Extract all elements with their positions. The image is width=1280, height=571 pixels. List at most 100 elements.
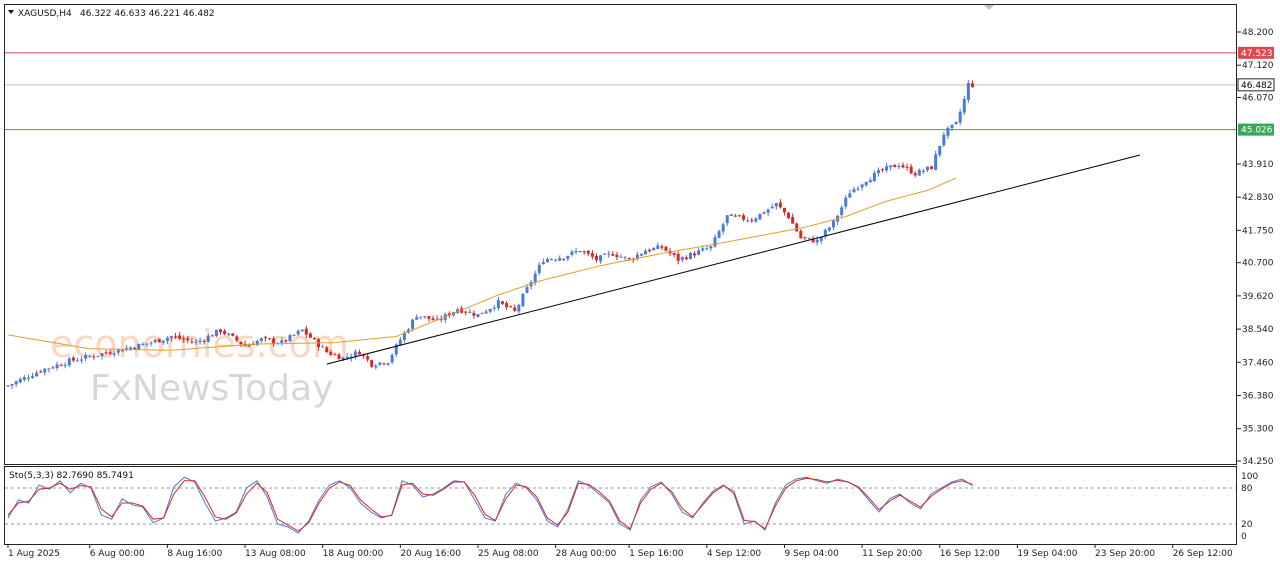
candle-body xyxy=(848,193,852,198)
stochastic-tick-label: 0 xyxy=(1241,532,1247,542)
candle-body xyxy=(145,343,149,345)
trend-line xyxy=(326,154,1141,365)
watermark-economies: economies.com xyxy=(50,322,349,366)
candle-body xyxy=(913,173,917,176)
price-tick-label: 42.830 xyxy=(1242,193,1274,203)
candle-body xyxy=(901,165,905,168)
candle-body xyxy=(615,254,619,258)
candle-body xyxy=(133,347,137,349)
stochastic-title: Sto(5,3,3) 82.7690 85.7491 xyxy=(9,471,134,481)
time-tick-label: 26 Sep 12:00 xyxy=(1173,549,1233,559)
candle-body xyxy=(709,246,713,249)
candle-body xyxy=(897,166,901,168)
candle-body xyxy=(480,312,484,314)
candle-body xyxy=(496,300,500,309)
candle-body xyxy=(652,247,656,251)
chart-canvas[interactable]: economies.com FxNewsToday XAGUSD,H4 46.3… xyxy=(0,0,1280,567)
candle-body xyxy=(705,248,709,250)
candle-body xyxy=(860,184,864,188)
candle-body xyxy=(14,381,18,385)
candle-body xyxy=(758,213,762,220)
symbol-menu-icon[interactable] xyxy=(8,10,14,14)
candle-body xyxy=(411,319,415,329)
candle-body xyxy=(746,220,750,222)
candle-body xyxy=(521,293,525,307)
candle-body xyxy=(733,215,737,217)
candle-body xyxy=(263,337,267,339)
candle-body xyxy=(210,335,214,337)
candle-body xyxy=(742,215,746,220)
candle-body xyxy=(676,253,680,261)
candle-body xyxy=(701,248,705,251)
candle-body xyxy=(672,252,676,255)
watermark-fxnewstoday: FxNewsToday xyxy=(90,368,333,409)
candle-body xyxy=(464,311,468,313)
price-level-tag-label: 46.482 xyxy=(1241,81,1273,91)
candle-body xyxy=(938,145,942,155)
price-tick-label: 43.910 xyxy=(1242,160,1274,170)
shift-marker-icon[interactable] xyxy=(984,5,994,10)
candle-body xyxy=(108,352,112,354)
candle-body xyxy=(427,316,431,319)
candle-body xyxy=(840,207,844,216)
ohlc-values: 46.322 46.633 46.221 46.482 xyxy=(80,9,215,19)
stochastic-tick-label: 80 xyxy=(1241,484,1253,494)
candle-body xyxy=(472,312,476,316)
candle-body xyxy=(31,376,35,378)
candle-body xyxy=(603,253,607,255)
candle-body xyxy=(141,343,145,346)
candle-body xyxy=(541,262,545,265)
candle-body xyxy=(174,336,178,338)
time-tick-label: 28 Aug 00:00 xyxy=(556,549,617,559)
candle-body xyxy=(129,347,133,350)
candle-body xyxy=(893,164,897,168)
candle-body xyxy=(333,354,337,356)
candle-body xyxy=(844,197,848,207)
candle-body xyxy=(59,365,63,367)
candle-body xyxy=(55,364,59,369)
candle-body xyxy=(104,352,108,354)
candle-body xyxy=(962,98,966,113)
candle-body xyxy=(492,307,496,309)
time-tick-label: 9 Sep 04:00 xyxy=(784,549,839,559)
candle-body xyxy=(423,316,427,318)
candle-body xyxy=(970,83,974,87)
candle-body xyxy=(63,364,67,366)
candle-body xyxy=(827,227,831,231)
candle-body xyxy=(611,254,615,256)
price-tick-label: 36.380 xyxy=(1242,391,1274,401)
candle-body xyxy=(807,237,811,239)
candle-body xyxy=(537,264,541,273)
candle-body xyxy=(881,169,885,171)
candle-body xyxy=(889,165,893,168)
candle-body xyxy=(390,354,394,363)
candle-body xyxy=(966,83,970,100)
candle-body xyxy=(713,237,717,247)
candle-body xyxy=(67,358,71,366)
price-level-tag-label: 47.523 xyxy=(1241,49,1273,59)
price-tick-label: 37.460 xyxy=(1242,358,1274,368)
candle-body xyxy=(157,338,161,343)
price-tick-label: 39.620 xyxy=(1242,292,1274,302)
candle-body xyxy=(161,340,165,343)
candle-body xyxy=(599,255,603,262)
candle-body xyxy=(51,367,55,369)
candle-body xyxy=(88,356,92,358)
candle-body xyxy=(762,212,766,214)
chart-window[interactable]: economies.com FxNewsToday XAGUSD,H4 46.3… xyxy=(0,0,1280,567)
candle-body xyxy=(697,250,701,255)
candle-body xyxy=(754,218,758,222)
candle-body xyxy=(468,311,472,313)
candle-body xyxy=(476,314,480,317)
time-tick-label: 8 Aug 16:00 xyxy=(167,549,222,559)
candle-body xyxy=(905,166,909,168)
candle-body xyxy=(304,328,308,335)
candle-body xyxy=(415,317,419,320)
candle-body xyxy=(684,257,688,260)
candle-body xyxy=(660,246,664,248)
candle-body xyxy=(165,337,169,341)
candle-body xyxy=(321,346,325,348)
candle-body xyxy=(644,250,648,255)
candle-body xyxy=(219,329,223,333)
candle-body xyxy=(774,203,778,207)
